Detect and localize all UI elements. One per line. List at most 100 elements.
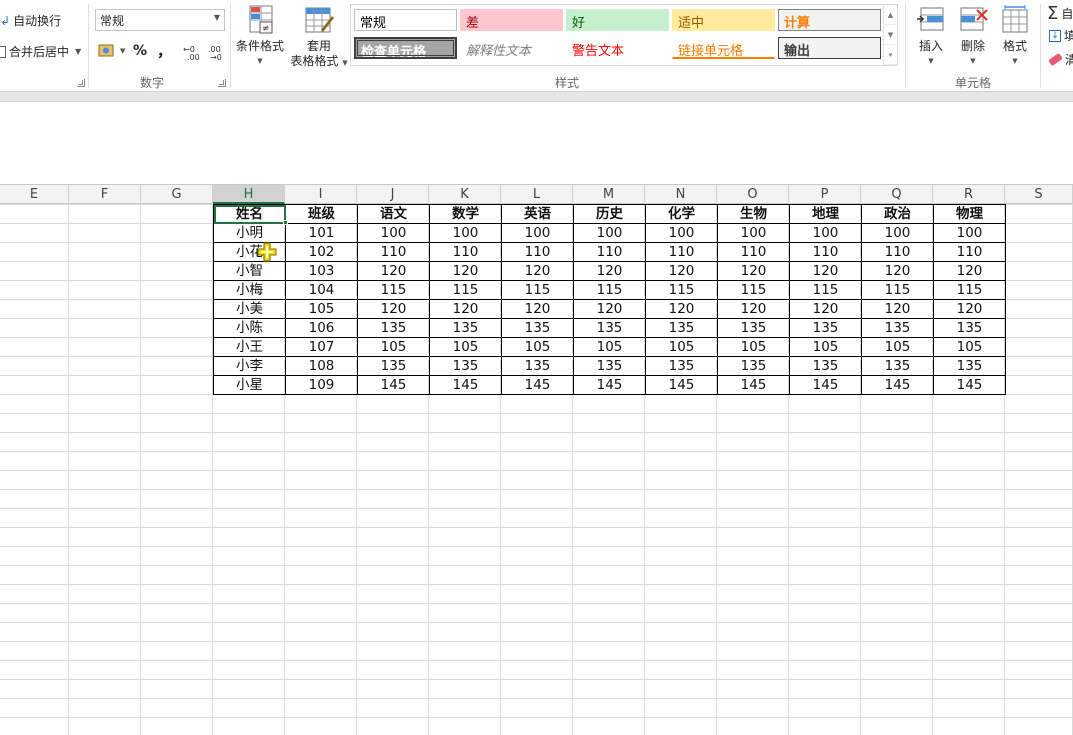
table-cell[interactable]: 110: [645, 242, 718, 262]
table-cell[interactable]: 100: [717, 223, 790, 243]
table-cell[interactable]: 135: [573, 318, 646, 338]
table-cell[interactable]: 135: [789, 318, 862, 338]
table-cell[interactable]: 135: [933, 318, 1006, 338]
table-cell[interactable]: 120: [861, 299, 934, 319]
table-cell[interactable]: 135: [357, 356, 430, 376]
table-cell[interactable]: 120: [789, 261, 862, 281]
table-cell[interactable]: 120: [717, 261, 790, 281]
table-cell[interactable]: 120: [717, 299, 790, 319]
table-cell[interactable]: 135: [861, 356, 934, 376]
table-cell[interactable]: 100: [645, 223, 718, 243]
table-cell[interactable]: 110: [933, 242, 1006, 262]
table-cell[interactable]: 小王: [213, 337, 286, 357]
table-cell[interactable]: 145: [573, 375, 646, 395]
table-cell[interactable]: 小梅: [213, 280, 286, 300]
cell-style-6[interactable]: 检查单元格: [354, 37, 457, 59]
cell-style-10[interactable]: 输出: [778, 37, 881, 59]
table-cell[interactable]: 105: [789, 337, 862, 357]
table-cell[interactable]: 145: [861, 375, 934, 395]
fill-button[interactable]: ↓ 填: [1049, 27, 1073, 44]
insert-cells-button[interactable]: 插入 ▼: [912, 4, 950, 69]
table-cell[interactable]: 105: [429, 337, 502, 357]
table-cell[interactable]: 100: [429, 223, 502, 243]
table-cell[interactable]: 135: [429, 318, 502, 338]
table-cell[interactable]: 145: [789, 375, 862, 395]
number-format-select[interactable]: 常规 ▼: [95, 9, 225, 31]
table-cell[interactable]: 120: [573, 299, 646, 319]
format-cells-button[interactable]: 格式 ▼: [996, 4, 1034, 69]
column-header-p[interactable]: P: [789, 185, 861, 204]
currency-format-button[interactable]: ▼: [97, 42, 125, 60]
table-cell[interactable]: 145: [717, 375, 790, 395]
fill-handle[interactable]: [283, 220, 288, 225]
table-cell[interactable]: 115: [357, 280, 430, 300]
merge-center-button[interactable]: 合并后居中 ▼: [0, 43, 81, 60]
table-cell[interactable]: 135: [573, 356, 646, 376]
table-cell[interactable]: 145: [645, 375, 718, 395]
header-cell[interactable]: 数学: [429, 204, 502, 224]
table-cell[interactable]: 100: [573, 223, 646, 243]
table-cell[interactable]: 100: [501, 223, 574, 243]
table-cell[interactable]: 小星: [213, 375, 286, 395]
column-header-n[interactable]: N: [645, 185, 717, 204]
table-cell[interactable]: 107: [285, 337, 358, 357]
table-cell[interactable]: 109: [285, 375, 358, 395]
autosum-button[interactable]: Σ 自: [1047, 3, 1073, 24]
table-cell[interactable]: 105: [933, 337, 1006, 357]
column-header-o[interactable]: O: [717, 185, 789, 204]
column-header-k[interactable]: K: [429, 185, 501, 204]
table-cell[interactable]: 100: [933, 223, 1006, 243]
table-cell[interactable]: 120: [645, 299, 718, 319]
table-cell[interactable]: 小美: [213, 299, 286, 319]
table-cell[interactable]: 145: [501, 375, 574, 395]
table-cell[interactable]: 106: [285, 318, 358, 338]
table-cell[interactable]: 100: [789, 223, 862, 243]
table-cell[interactable]: 145: [429, 375, 502, 395]
table-cell[interactable]: 105: [717, 337, 790, 357]
column-header-h[interactable]: H: [213, 185, 285, 204]
table-cell[interactable]: 120: [429, 261, 502, 281]
table-cell[interactable]: 135: [501, 356, 574, 376]
table-cell[interactable]: 105: [573, 337, 646, 357]
table-cell[interactable]: 110: [501, 242, 574, 262]
table-cell[interactable]: 小智: [213, 261, 286, 281]
table-cell[interactable]: 120: [573, 261, 646, 281]
table-cell[interactable]: 120: [501, 299, 574, 319]
table-cell[interactable]: 120: [357, 261, 430, 281]
column-header-g[interactable]: G: [141, 185, 213, 204]
table-cell[interactable]: 120: [645, 261, 718, 281]
header-cell[interactable]: 地理: [789, 204, 862, 224]
table-cell[interactable]: 110: [357, 242, 430, 262]
number-dialog-launcher[interactable]: [218, 79, 226, 87]
increase-decimal-button[interactable]: ←0 .00: [183, 43, 203, 61]
table-cell[interactable]: 120: [501, 261, 574, 281]
table-cell[interactable]: 145: [357, 375, 430, 395]
cell-style-1[interactable]: 常规: [354, 9, 457, 31]
table-cell[interactable]: 120: [861, 261, 934, 281]
cell-style-8[interactable]: 警告文本: [566, 37, 669, 59]
table-cell[interactable]: 135: [717, 356, 790, 376]
gallery-scroll-up-icon[interactable]: ▲: [884, 5, 897, 25]
cell-style-7[interactable]: 解释性文本: [460, 37, 563, 59]
table-cell[interactable]: 135: [717, 318, 790, 338]
table-cell[interactable]: 105: [285, 299, 358, 319]
alignment-dialog-launcher[interactable]: [77, 79, 85, 87]
header-cell[interactable]: 生物: [717, 204, 790, 224]
decrease-decimal-button[interactable]: .00 →0: [206, 43, 226, 61]
cell-style-9[interactable]: 链接单元格: [672, 37, 775, 59]
header-cell[interactable]: 语文: [357, 204, 430, 224]
gallery-more-icon[interactable]: ▾: [884, 45, 897, 65]
table-cell[interactable]: 104: [285, 280, 358, 300]
table-cell[interactable]: 105: [645, 337, 718, 357]
cell-style-3[interactable]: 好: [566, 9, 669, 31]
table-cell[interactable]: 105: [861, 337, 934, 357]
table-cell[interactable]: 110: [789, 242, 862, 262]
header-cell[interactable]: 英语: [501, 204, 574, 224]
table-cell[interactable]: 135: [861, 318, 934, 338]
table-cell[interactable]: 108: [285, 356, 358, 376]
cell-style-4[interactable]: 适中: [672, 9, 775, 31]
table-cell[interactable]: 103: [285, 261, 358, 281]
column-header-j[interactable]: J: [357, 185, 429, 204]
table-cell[interactable]: 135: [645, 356, 718, 376]
table-cell[interactable]: 110: [717, 242, 790, 262]
